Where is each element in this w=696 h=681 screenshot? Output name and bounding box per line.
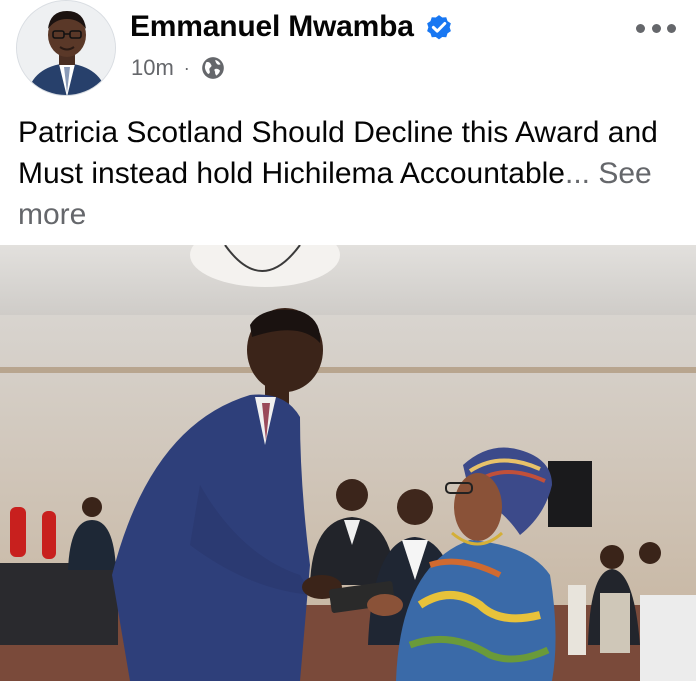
- post-meta: 10m ·: [131, 55, 226, 81]
- author-name[interactable]: Emmanuel Mwamba: [130, 10, 414, 44]
- meta-separator: ·: [183, 57, 190, 78]
- author-row: Emmanuel Mwamba: [130, 10, 454, 44]
- post-body-text: Patricia Scotland Should Decline this Aw…: [18, 116, 658, 190]
- post-header: Emmanuel Mwamba 10m ·: [0, 0, 696, 100]
- avatar[interactable]: [16, 0, 116, 96]
- avatar-photo: [17, 1, 115, 95]
- globe-icon[interactable]: [200, 55, 226, 81]
- post-timestamp[interactable]: 10m: [131, 55, 174, 81]
- more-dot: [636, 23, 645, 33]
- post-text: Patricia Scotland Should Decline this Aw…: [18, 112, 678, 235]
- post-photo[interactable]: [0, 245, 696, 681]
- verified-badge-icon: [426, 15, 451, 40]
- post-ellipsis: ...: [564, 157, 590, 190]
- more-dot: [651, 23, 661, 33]
- more-dot: [667, 23, 676, 33]
- award-ceremony-photo: [0, 245, 696, 681]
- more-options-icon[interactable]: [636, 16, 676, 40]
